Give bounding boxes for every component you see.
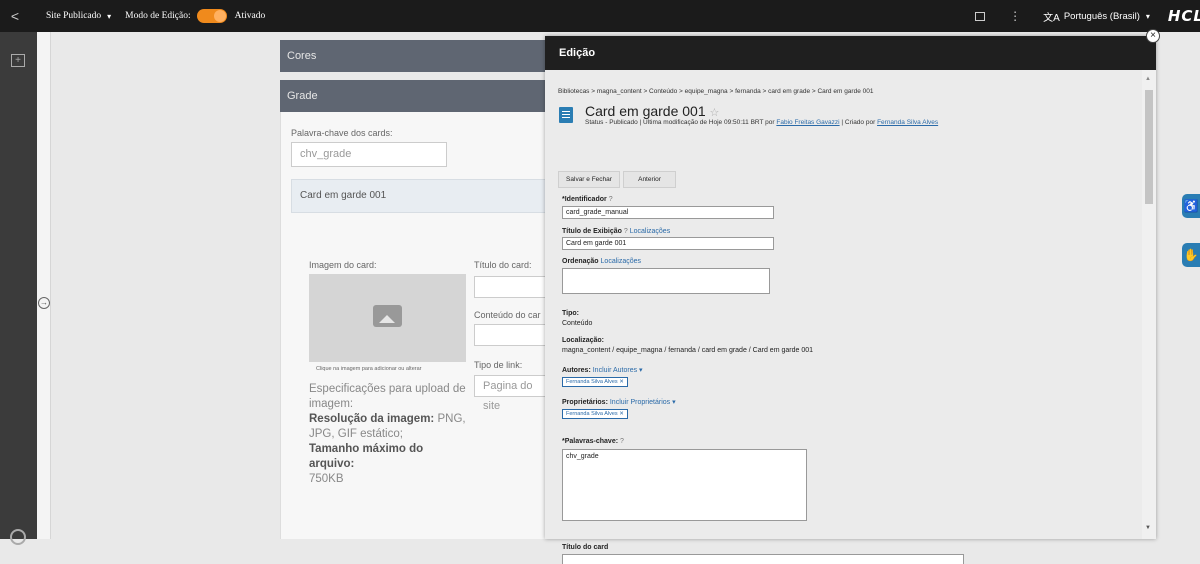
help-icon: ? xyxy=(623,228,628,235)
settings-icon[interactable] xyxy=(10,529,26,545)
top-bar: < Site Publicado ▾ Modo de Edição: Ativa… xyxy=(0,0,1200,32)
translate-icon: 文A xyxy=(1043,12,1060,24)
link-type-select[interactable]: Pagina do site xyxy=(474,375,550,412)
close-icon[interactable]: × xyxy=(1146,29,1160,43)
image-hint: Clique na imagem para adicionar ou alter… xyxy=(316,366,422,372)
authors-label: Autores: Incluir Autores ▾ xyxy=(562,367,643,374)
type-label: Tipo: xyxy=(562,310,579,317)
title-label: Título do card: xyxy=(474,260,532,270)
accessibility-icon[interactable]: ♿ xyxy=(1182,194,1200,218)
specs-intro: Especificações para upload de imagem: xyxy=(309,383,466,410)
page-icon[interactable] xyxy=(975,11,986,21)
page-title: Card em garde 001 ☆ xyxy=(585,103,720,119)
display-title-label: Título de Exibição ? Localizações xyxy=(562,228,671,235)
content-label: Conteúdo do car xyxy=(474,310,541,320)
background-editor: Cores Grade Palavra-chave dos cards: chv… xyxy=(280,32,551,539)
card-header[interactable]: Card em garde 001 xyxy=(291,179,551,213)
scroll-down-icon[interactable]: ▼ xyxy=(1145,525,1151,531)
section-cores[interactable]: Cores xyxy=(280,40,550,72)
keyword-input[interactable]: chv_grade xyxy=(291,142,447,167)
localizations-link[interactable]: Localizações xyxy=(630,228,670,235)
chevron-down-icon[interactable]: ▾ xyxy=(107,12,111,21)
content-input[interactable] xyxy=(474,324,550,346)
edit-mode-toggle[interactable] xyxy=(196,9,227,23)
back-icon[interactable]: < xyxy=(0,8,30,24)
add-owners-link[interactable]: Incluir Proprietários xyxy=(610,399,670,406)
help-icon: ? xyxy=(620,438,624,445)
identifier-label: *Identificador ? xyxy=(562,196,613,203)
toggle-knob xyxy=(213,10,226,22)
specs-res-label: Resolução da imagem: xyxy=(309,413,435,425)
scroll-up-icon[interactable]: ▲ xyxy=(1145,76,1151,82)
modal-content: Bibliotecas > magna_content > Conteúdo >… xyxy=(545,70,1142,564)
left-rail: + xyxy=(0,32,37,545)
scroll-thumb[interactable] xyxy=(1145,90,1153,204)
language-selector[interactable]: Português (Brasil) xyxy=(1064,11,1140,22)
chevron-down-icon: ▾ xyxy=(639,367,643,374)
modal-header: Edição xyxy=(545,36,1156,70)
location-value: magna_content / equipe_magna / fernanda … xyxy=(562,347,813,354)
add-component-icon[interactable]: + xyxy=(11,54,25,67)
image-icon xyxy=(373,305,402,327)
owner-tag[interactable]: Fernanda Silva Alves ✕ xyxy=(562,409,628,419)
chevron-down-icon: ▾ xyxy=(672,399,676,406)
card-title-input[interactable] xyxy=(562,554,964,564)
section-grade[interactable]: Grade xyxy=(280,80,550,112)
edit-modal: Edição Bibliotecas > magna_content > Con… xyxy=(545,36,1156,564)
add-authors-link[interactable]: Incluir Autores xyxy=(593,367,637,374)
link-type-label: Tipo de link: xyxy=(474,360,523,370)
image-placeholder[interactable] xyxy=(309,274,466,362)
modal-scrollbar[interactable]: ▲ ▼ xyxy=(1142,70,1156,539)
breadcrumb[interactable]: Bibliotecas > magna_content > Conteúdo >… xyxy=(558,88,873,95)
edit-mode-state: Ativado xyxy=(234,11,266,21)
previous-button[interactable]: Anterior xyxy=(623,171,676,188)
keyword-label: Palavra-chave dos cards: xyxy=(291,128,393,138)
owners-label: Proprietários: Incluir Proprietários ▾ xyxy=(562,399,676,406)
card-title-label: Título do card xyxy=(562,544,609,551)
star-icon[interactable]: ☆ xyxy=(710,107,720,119)
document-icon xyxy=(559,107,573,123)
type-value: Conteúdo xyxy=(562,320,593,327)
upload-specs: Especificações para upload de imagem: Re… xyxy=(309,382,469,487)
chevron-down-icon[interactable]: ▾ xyxy=(1146,12,1150,21)
ordering-textarea[interactable] xyxy=(562,268,770,294)
sign-language-icon[interactable]: ✋ xyxy=(1182,243,1200,267)
keywords-label: *Palavras-chave: ? xyxy=(562,438,624,445)
location-label: Localização: xyxy=(562,337,605,344)
keywords-textarea[interactable]: chv_grade xyxy=(562,449,807,521)
expander-strip: → xyxy=(37,32,51,539)
image-label: Imagem do card: xyxy=(309,260,377,270)
expand-arrow-icon[interactable]: → xyxy=(38,297,50,309)
author-tag[interactable]: Fernanda Silva Alves ✕ xyxy=(562,377,628,387)
title-input[interactable] xyxy=(474,276,550,298)
edit-mode-label: Modo de Edição: xyxy=(125,11,191,21)
display-title-input[interactable]: Card em garde 001 xyxy=(562,237,774,250)
specs-size-value: 750KB xyxy=(309,473,344,485)
modified-by-link[interactable]: Fabio Freitas Gavazzi xyxy=(776,119,839,126)
specs-size-label: Tamanho máximo do arquivo: xyxy=(309,443,424,470)
save-close-button[interactable]: Salvar e Fechar xyxy=(558,171,620,188)
site-status-dropdown[interactable]: Site Publicado xyxy=(46,11,101,21)
localizations-link[interactable]: Localizações xyxy=(601,258,641,265)
ordering-label: Ordenação Localizações xyxy=(562,258,641,265)
hcl-logo: HCL xyxy=(1167,7,1200,25)
created-by-link[interactable]: Fernanda Silva Alves xyxy=(877,119,938,126)
status-line: Status - Publicado | Última modificação … xyxy=(585,119,939,126)
more-options-icon[interactable]: ⋮ xyxy=(1009,9,1021,23)
identifier-input[interactable]: card_grade_manual xyxy=(562,206,774,219)
help-icon: ? xyxy=(608,196,613,203)
